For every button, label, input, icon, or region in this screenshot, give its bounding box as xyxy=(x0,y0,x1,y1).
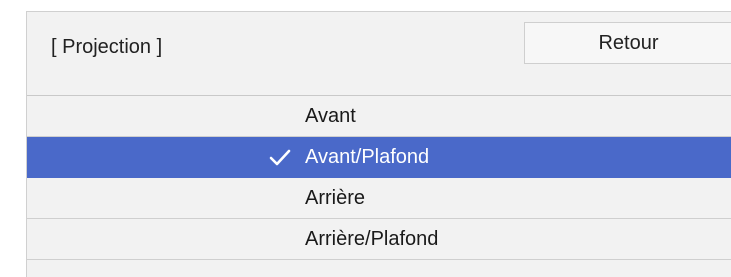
option-avant-plafond[interactable]: Avant/Plafond xyxy=(27,137,731,178)
option-arriere[interactable]: Arrière xyxy=(27,178,731,219)
projection-menu-panel: [ Projection ] Retour Avant Avant/Plafon… xyxy=(26,11,731,277)
option-arriere-plafond[interactable]: Arrière/Plafond xyxy=(27,219,731,260)
menu-header: [ Projection ] Retour xyxy=(27,12,731,96)
projection-options-list: Avant Avant/Plafond Arrière Arrière/Plaf… xyxy=(27,96,731,260)
option-label: Arrière/Plafond xyxy=(305,228,439,250)
menu-title: [ Projection ] xyxy=(51,36,163,58)
option-label: Avant/Plafond xyxy=(305,146,430,168)
option-label: Arrière xyxy=(305,187,366,209)
back-button[interactable]: Retour xyxy=(524,22,731,64)
option-label: Avant xyxy=(305,105,356,127)
checkmark-icon xyxy=(269,149,291,166)
option-avant[interactable]: Avant xyxy=(27,96,731,137)
